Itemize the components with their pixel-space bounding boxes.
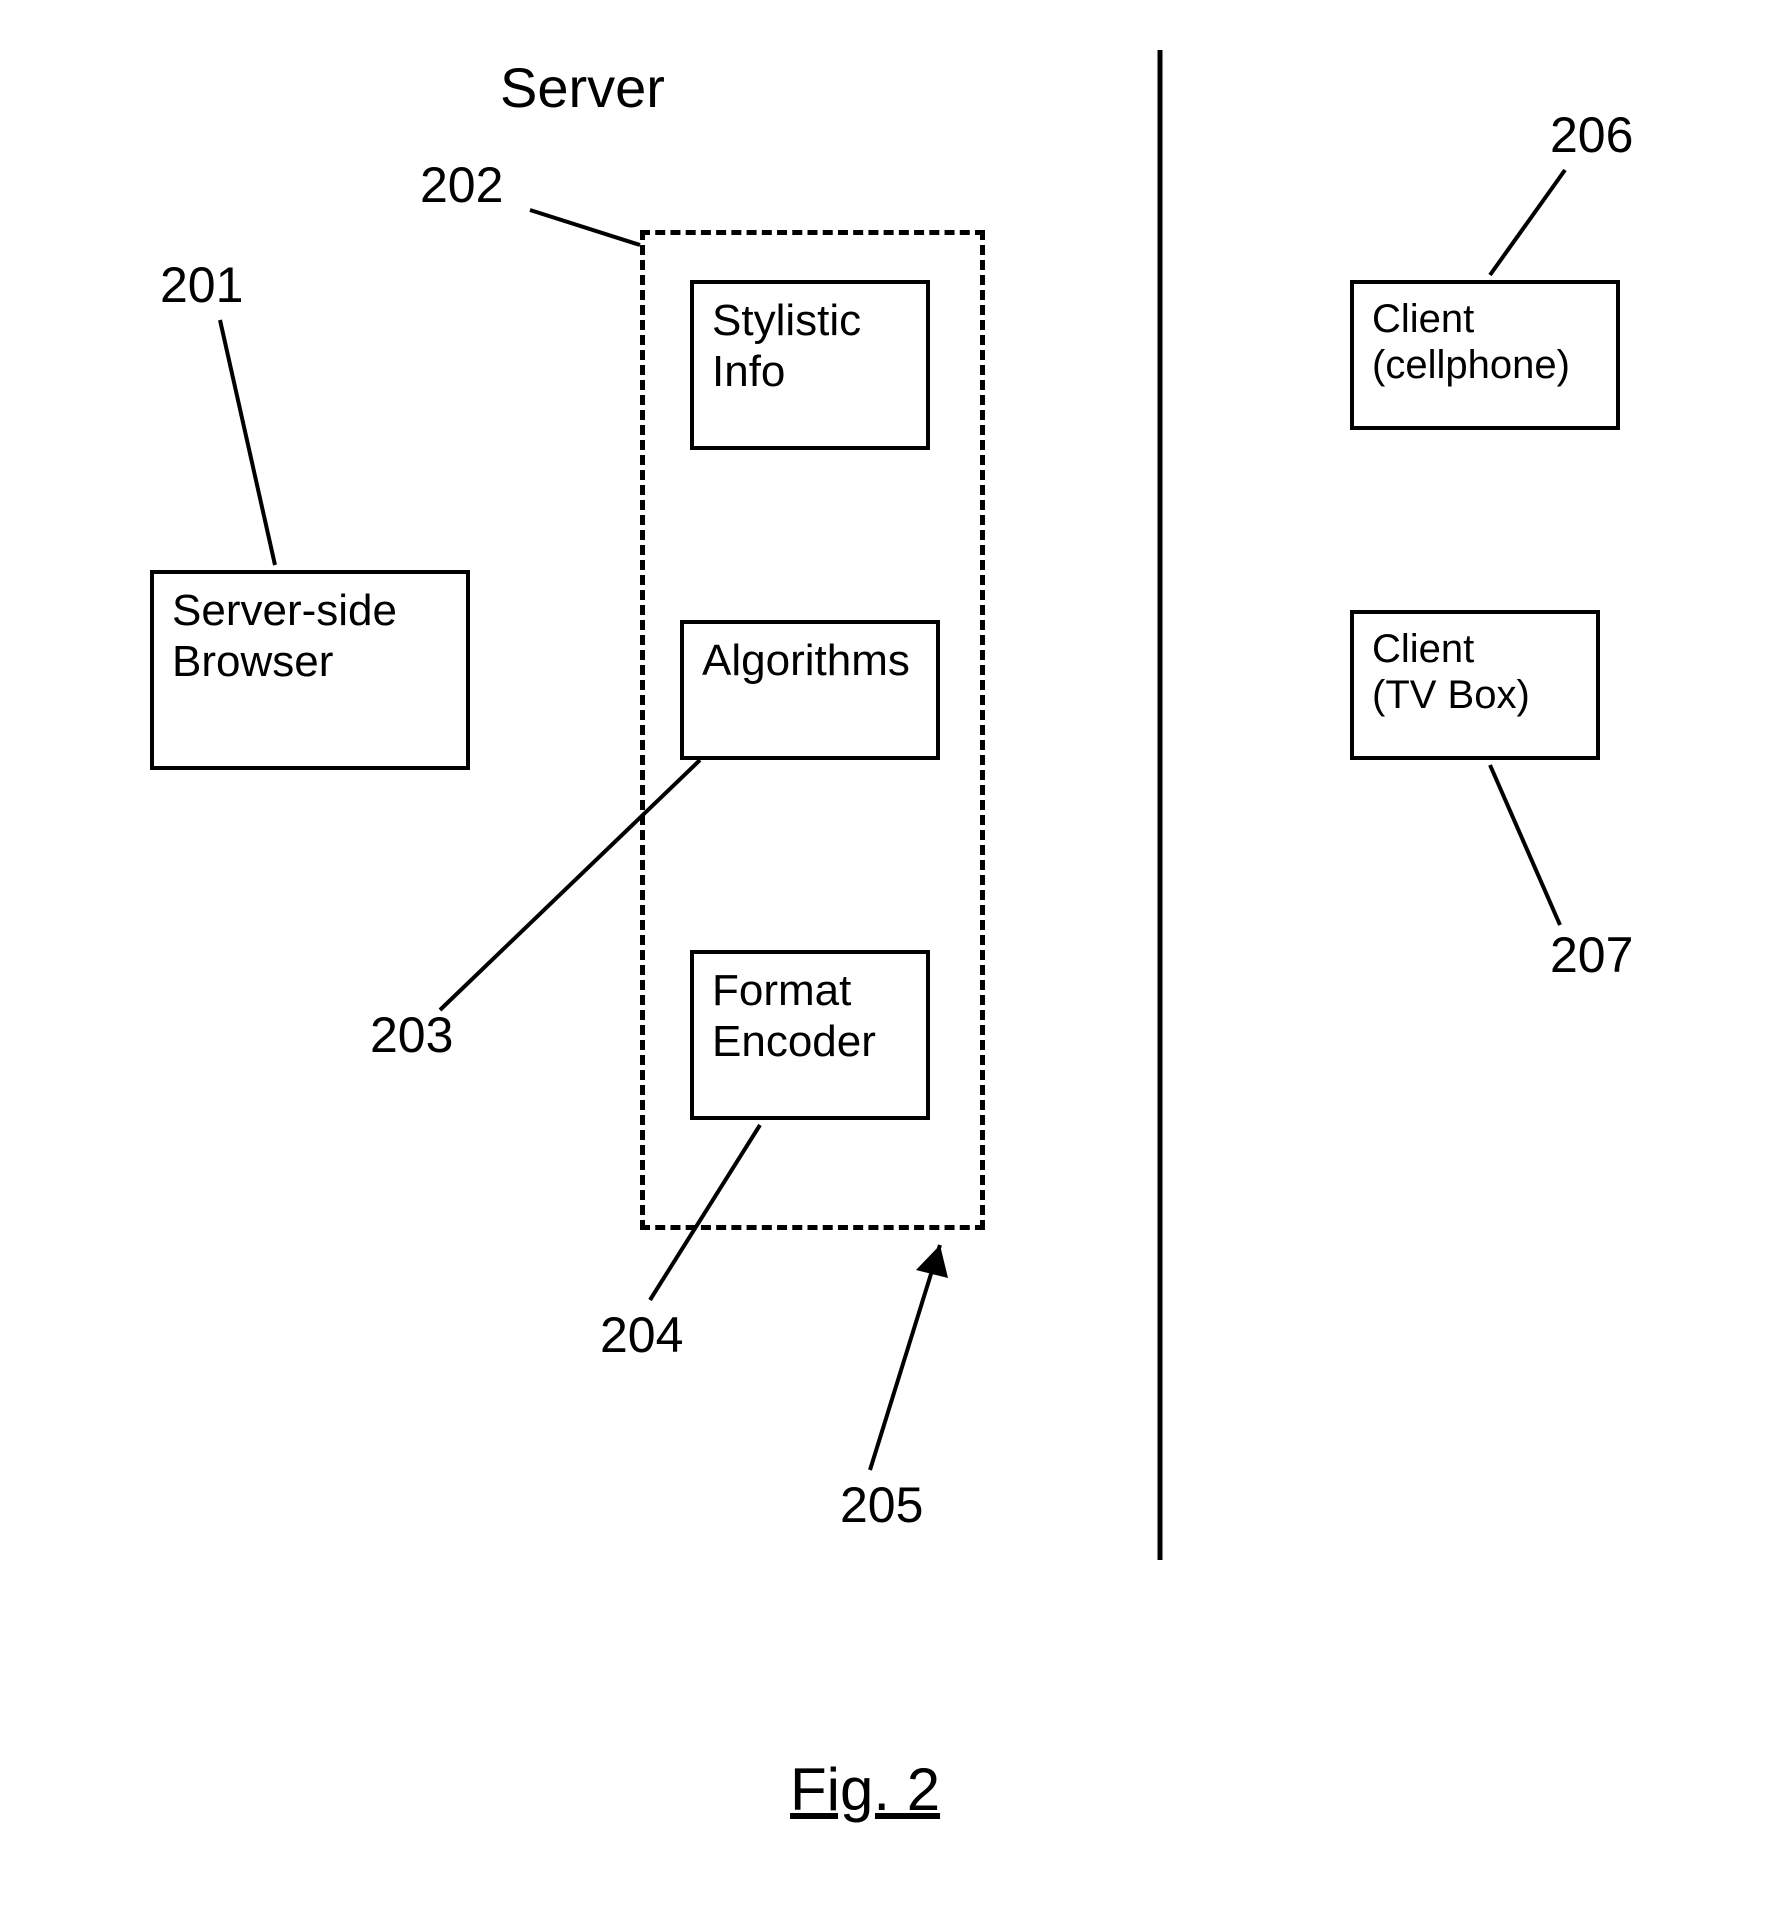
client-tvbox-box: Client (TV Box) [1350,610,1600,760]
ref-203: 203 [370,1010,453,1060]
algorithms-box: Algorithms [680,620,940,760]
ref-202: 202 [420,160,503,210]
ref-205: 205 [840,1480,923,1530]
client-cellphone-box: Client (cellphone) [1350,280,1620,430]
ref-206: 206 [1550,110,1633,160]
ref-207: 207 [1550,930,1633,980]
server-side-browser-box: Server-side Browser [150,570,470,770]
figure-caption: Fig. 2 [790,1760,940,1820]
format-encoder-box: Format Encoder [690,950,930,1120]
ref-204: 204 [600,1310,683,1360]
stylistic-info-box: Stylistic Info [690,280,930,450]
ref-201: 201 [160,260,243,310]
server-heading: Server [500,60,665,116]
